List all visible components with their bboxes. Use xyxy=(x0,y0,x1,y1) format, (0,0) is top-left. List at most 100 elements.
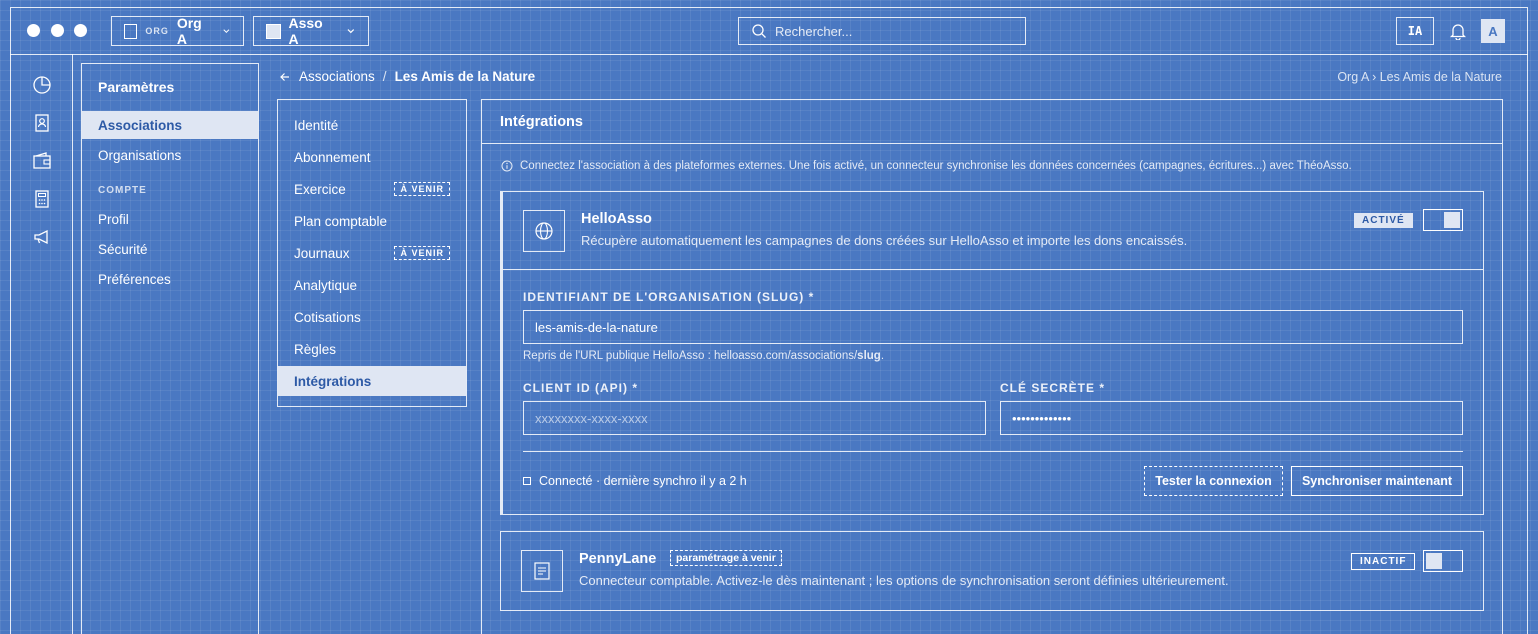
connection-status: Connecté · dernière synchro il y a 2 h xyxy=(523,474,747,488)
document-icon xyxy=(534,562,550,580)
secret-label: CLÉ SECRÈTE * xyxy=(1000,381,1106,395)
panel-header-divider xyxy=(482,143,1502,144)
breadcrumb-parent[interactable]: Associations xyxy=(299,69,375,84)
asso-square-icon xyxy=(266,23,281,39)
card-header-divider xyxy=(503,269,1483,270)
status-square-icon xyxy=(523,477,531,485)
subnav-item-journaux[interactable]: Journaux À VENIR xyxy=(278,238,466,268)
sidebar-item-organisations[interactable]: Organisations xyxy=(82,141,258,169)
slug-label: IDENTIFIANT DE L'ORGANISATION (SLUG) * xyxy=(523,290,815,304)
subnav-item-identite[interactable]: Identité xyxy=(278,110,466,140)
subnav-item-cotisations[interactable]: Cotisations xyxy=(278,302,466,332)
test-connection-button[interactable]: Tester la connexion xyxy=(1144,466,1283,496)
chart-pie-icon[interactable] xyxy=(32,75,52,95)
subnav-item-plan-comptable[interactable]: Plan comptable xyxy=(278,206,466,236)
breadcrumb-trail: Org A › Les Amis de la Nature xyxy=(1337,70,1502,84)
contact-book-icon[interactable] xyxy=(32,113,52,133)
coming-soon-badge: À VENIR xyxy=(394,246,450,260)
sidebar-item-label: Associations xyxy=(98,117,183,133)
info-banner: Connectez l'association à des plateforme… xyxy=(501,160,1352,172)
card-footer-divider xyxy=(523,451,1463,452)
toggle-knob xyxy=(1426,553,1442,569)
page-title: Intégrations xyxy=(500,114,583,130)
sidebar-section-label: COMPTE xyxy=(98,185,147,196)
client-id-field[interactable]: xxxxxxxx-xxxx-xxxx xyxy=(523,401,986,435)
pennylane-logo xyxy=(521,550,563,592)
subnav-item-label: Analytique xyxy=(294,277,358,293)
ia-button[interactable]: IA xyxy=(1396,17,1434,45)
status-badge: INACTIF xyxy=(1351,553,1416,570)
pennylane-card xyxy=(500,531,1484,611)
subnav-item-integrations[interactable]: Intégrations xyxy=(278,366,466,396)
info-icon xyxy=(501,160,513,172)
breadcrumb-current: Les Amis de la Nature xyxy=(394,69,536,84)
subnav-item-label: Règles xyxy=(294,341,337,357)
secret-value: ••••••••••••• xyxy=(1012,410,1072,426)
coming-soon-badge: À VENIR xyxy=(394,182,450,196)
window-maximize-dot[interactable] xyxy=(74,24,87,37)
sidebar-item-label: Organisations xyxy=(98,147,182,163)
breadcrumb: Associations / Les Amis de la Nature xyxy=(279,69,535,84)
org-name: Org A xyxy=(176,15,202,47)
subnav-item-label: Intégrations xyxy=(294,373,372,389)
client-id-placeholder: xxxxxxxx-xxxx-xxxx xyxy=(535,410,648,426)
sidebar-item-associations[interactable]: Associations xyxy=(82,111,258,139)
status-badge: ACTIVÉ xyxy=(1354,213,1413,228)
helloasso-toggle[interactable] xyxy=(1423,209,1463,231)
org-square-icon xyxy=(124,23,138,39)
slug-value: les-amis-de-la-nature xyxy=(535,319,658,335)
sidebar-item-securite[interactable]: Sécurité xyxy=(82,235,258,263)
globe-icon xyxy=(535,222,553,240)
chevron-down-icon xyxy=(223,29,230,34)
slug-field[interactable]: les-amis-de-la-nature xyxy=(523,310,1463,344)
calculator-icon[interactable] xyxy=(32,189,52,209)
subnav-item-label: Plan comptable xyxy=(294,213,388,229)
breadcrumb-separator: / xyxy=(382,69,387,84)
asso-name: Asso A xyxy=(288,15,323,47)
window-minimize-dot[interactable] xyxy=(51,24,64,37)
search-icon xyxy=(752,24,766,38)
slug-hint-prefix: Repris de l'URL publique HelloAsso : hel… xyxy=(523,350,858,362)
sidebar-item-preferences[interactable]: Préférences xyxy=(82,265,258,293)
sidebar-item-profil[interactable]: Profil xyxy=(82,205,258,233)
subnav-item-label: Identité xyxy=(294,117,339,133)
subnav-item-analytique[interactable]: Analytique xyxy=(278,270,466,300)
slug-hint-suffix: . xyxy=(880,350,885,362)
arrow-left-icon[interactable] xyxy=(279,71,291,83)
pennylane-name: PennyLane xyxy=(579,551,657,567)
sidebar-item-label: Sécurité xyxy=(98,241,148,257)
helloasso-name: HelloAsso xyxy=(581,211,652,227)
chevron-down-icon xyxy=(347,29,355,34)
bell-icon[interactable] xyxy=(1450,22,1466,40)
sidebar-title: Paramètres xyxy=(98,79,175,95)
subnav-item-label: Exercice xyxy=(294,181,346,197)
info-text: Connectez l'association à des plateforme… xyxy=(520,160,1352,172)
subnav-item-regles[interactable]: Règles xyxy=(278,334,466,364)
org-switcher[interactable]: ORG Org A xyxy=(111,15,244,47)
sidebar-item-label: Profil xyxy=(98,211,129,227)
asso-switcher[interactable]: Asso A xyxy=(253,15,369,47)
sidebar-item-label: Préférences xyxy=(98,271,171,287)
topbar-divider xyxy=(10,54,1528,55)
subnav-item-label: Journaux xyxy=(294,245,350,261)
org-tag: ORG xyxy=(145,26,169,36)
search-input[interactable]: Rechercher... xyxy=(738,17,1026,45)
pennylane-toggle[interactable] xyxy=(1423,550,1463,572)
helloasso-description: Récupère automatiquement les campagnes d… xyxy=(581,233,1188,248)
search-placeholder: Rechercher... xyxy=(775,23,853,39)
wallet-icon[interactable] xyxy=(32,151,52,171)
slug-hint: Repris de l'URL publique HelloAsso : hel… xyxy=(523,350,884,362)
subnav-item-label: Cotisations xyxy=(294,309,361,325)
subnav-item-exercice[interactable]: Exercice À VENIR xyxy=(278,174,466,204)
subnav-item-abonnement[interactable]: Abonnement xyxy=(278,142,466,172)
secret-field[interactable]: ••••••••••••• xyxy=(1000,401,1463,435)
client-id-label: CLIENT ID (API) * xyxy=(523,381,638,395)
avatar[interactable]: A xyxy=(1481,19,1505,43)
pennylane-description: Connecteur comptable. Activez-le dès mai… xyxy=(579,573,1229,588)
sync-now-button[interactable]: Synchroniser maintenant xyxy=(1291,466,1463,496)
pennylane-tag: paramétrage à venir xyxy=(670,550,782,566)
window-close-dot[interactable] xyxy=(27,24,40,37)
subnav-item-label: Abonnement xyxy=(294,149,371,165)
megaphone-icon[interactable] xyxy=(32,227,52,247)
connection-status-text: Connecté · dernière synchro il y a 2 h xyxy=(539,474,747,488)
